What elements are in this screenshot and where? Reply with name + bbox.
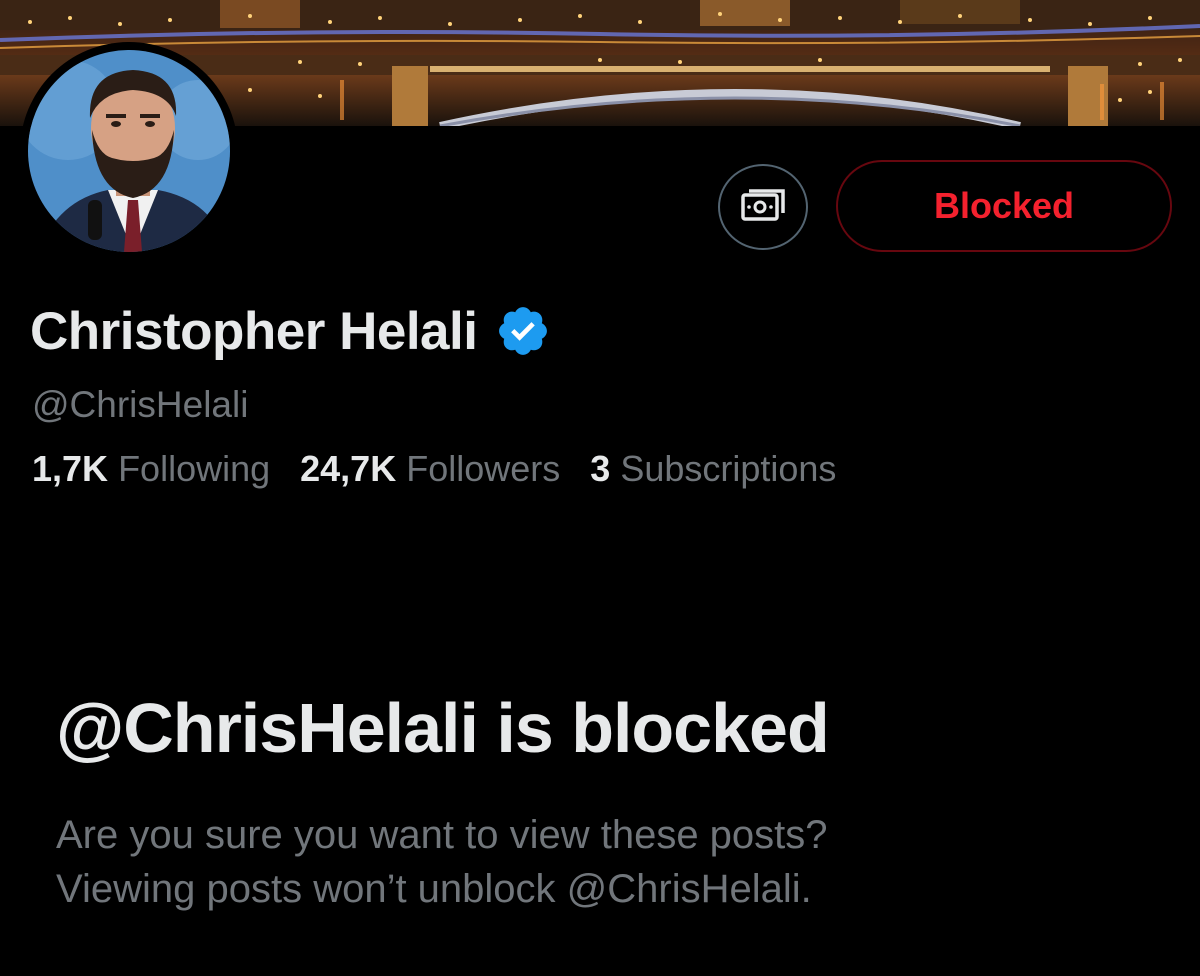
subscriptions-label: Subscriptions [620, 448, 837, 489]
subscriptions-stat[interactable]: 3 Subscriptions [590, 448, 836, 490]
money-icon [739, 185, 787, 230]
followers-stat[interactable]: 24,7K Followers [300, 448, 560, 490]
blocked-notice-description: Are you sure you want to view these post… [56, 808, 1156, 916]
blocked-button[interactable]: Blocked [836, 160, 1172, 252]
avatar-photo [28, 50, 230, 252]
profile-handle: @ChrisHelali [32, 384, 249, 425]
subscriptions-count: 3 [590, 448, 611, 489]
followers-count: 24,7K [300, 448, 397, 489]
subscribe-button[interactable] [718, 164, 808, 250]
following-count: 1,7K [32, 448, 109, 489]
blocked-notice-line-2: Viewing posts won’t unblock @ChrisHelali… [56, 867, 812, 911]
display-name: Christopher Helali [30, 301, 478, 361]
followers-label: Followers [406, 448, 561, 489]
profile-name-row: Christopher Helali [30, 296, 551, 366]
profile-stats: 1,7K Following 24,7K Followers 3 Subscri… [32, 448, 866, 490]
following-stat[interactable]: 1,7K Following [32, 448, 270, 490]
following-label: Following [118, 448, 271, 489]
verified-badge-icon[interactable] [495, 303, 551, 359]
blocked-button-label: Blocked [933, 185, 1075, 226]
blocked-notice-title: @ChrisHelali is blocked [56, 689, 830, 767]
profile-avatar[interactable] [20, 42, 238, 260]
blocked-notice-line-1: Are you sure you want to view these post… [56, 813, 828, 857]
